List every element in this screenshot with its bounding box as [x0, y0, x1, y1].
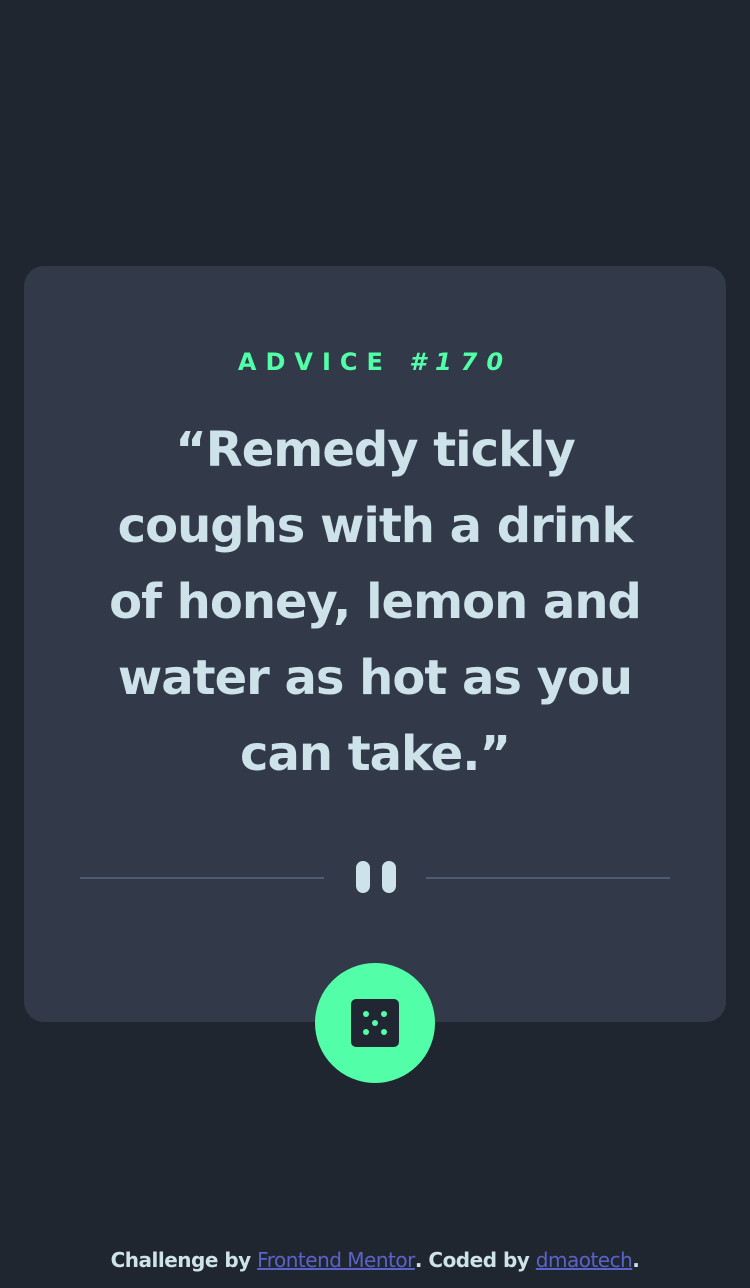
divider-line-right [426, 877, 670, 879]
advice-quote: “Remedy tickly coughs with a drink of ho… [109, 422, 642, 782]
dice-icon [351, 999, 399, 1047]
attribution-footer: Challenge by Frontend Mentor. Coded by d… [0, 1244, 750, 1276]
pause-icon [356, 861, 370, 893]
footer-middle: . Coded by [414, 1248, 536, 1272]
advice-id: ADVICE #170 [0, 345, 750, 379]
footer-suffix: . [632, 1248, 640, 1272]
frontend-mentor-link[interactable]: Frontend Mentor [257, 1248, 415, 1272]
pattern-divider [80, 858, 670, 898]
advice-number: #170 [409, 348, 513, 376]
new-advice-button[interactable] [315, 963, 435, 1083]
pause-icon-bar [382, 861, 396, 893]
divider-line-left [80, 877, 324, 879]
footer-prefix: Challenge by [110, 1248, 258, 1272]
advice-label: ADVICE [237, 348, 410, 376]
author-link[interactable]: dmaotech [536, 1248, 633, 1272]
